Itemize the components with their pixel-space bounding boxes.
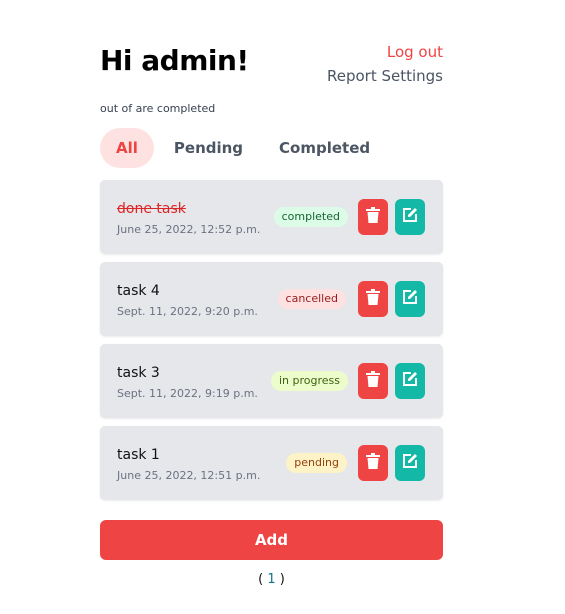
report-settings-link[interactable]: Report Settings [327,64,443,88]
trash-icon [366,371,380,391]
filter-tabs: All Pending Completed [100,128,386,168]
pagination: ( 1 ) [100,572,443,587]
edit-button[interactable] [395,363,425,399]
trash-icon [366,207,380,227]
completion-summary: out of are completed [100,102,216,115]
edit-button[interactable] [395,445,425,481]
tab-completed[interactable]: Completed [263,128,386,168]
delete-button[interactable] [358,445,388,481]
tab-all[interactable]: All [100,128,154,168]
delete-button[interactable] [358,363,388,399]
add-button[interactable]: Add [100,520,443,560]
edit-icon [402,207,418,227]
task-date: June 25, 2022, 12:51 p.m. [117,469,261,482]
task-card: done task June 25, 2022, 12:52 p.m. comp… [100,180,443,254]
edit-button[interactable] [395,281,425,317]
task-title: done task [117,201,186,217]
task-card: task 1 June 25, 2022, 12:51 p.m. pending [100,426,443,500]
status-badge: completed [273,207,348,227]
status-badge: pending [286,453,347,473]
task-card: task 3 Sept. 11, 2022, 9:19 p.m. in prog… [100,344,443,418]
task-card: task 4 Sept. 11, 2022, 9:20 p.m. cancell… [100,262,443,336]
edit-icon [402,371,418,391]
trash-icon [366,453,380,473]
task-title: task 4 [117,283,160,299]
status-badge: in progress [270,371,348,391]
trash-icon [366,289,380,309]
pagination-close: ) [279,572,285,587]
page-link[interactable]: 1 [267,572,275,587]
task-date: June 25, 2022, 12:52 p.m. [117,223,261,236]
task-title: task 3 [117,365,160,381]
delete-button[interactable] [358,281,388,317]
status-badge: cancelled [277,289,346,309]
edit-icon [402,453,418,473]
header-links: Log out Report Settings [327,40,443,88]
task-title: task 1 [117,447,160,463]
task-date: Sept. 11, 2022, 9:20 p.m. [117,305,258,318]
edit-button[interactable] [395,199,425,235]
pagination-open: ( [258,572,264,587]
tab-pending[interactable]: Pending [158,128,259,168]
delete-button[interactable] [358,199,388,235]
page-title: Hi admin! [100,44,249,77]
edit-icon [402,289,418,309]
task-date: Sept. 11, 2022, 9:19 p.m. [117,387,258,400]
logout-link[interactable]: Log out [327,40,443,64]
